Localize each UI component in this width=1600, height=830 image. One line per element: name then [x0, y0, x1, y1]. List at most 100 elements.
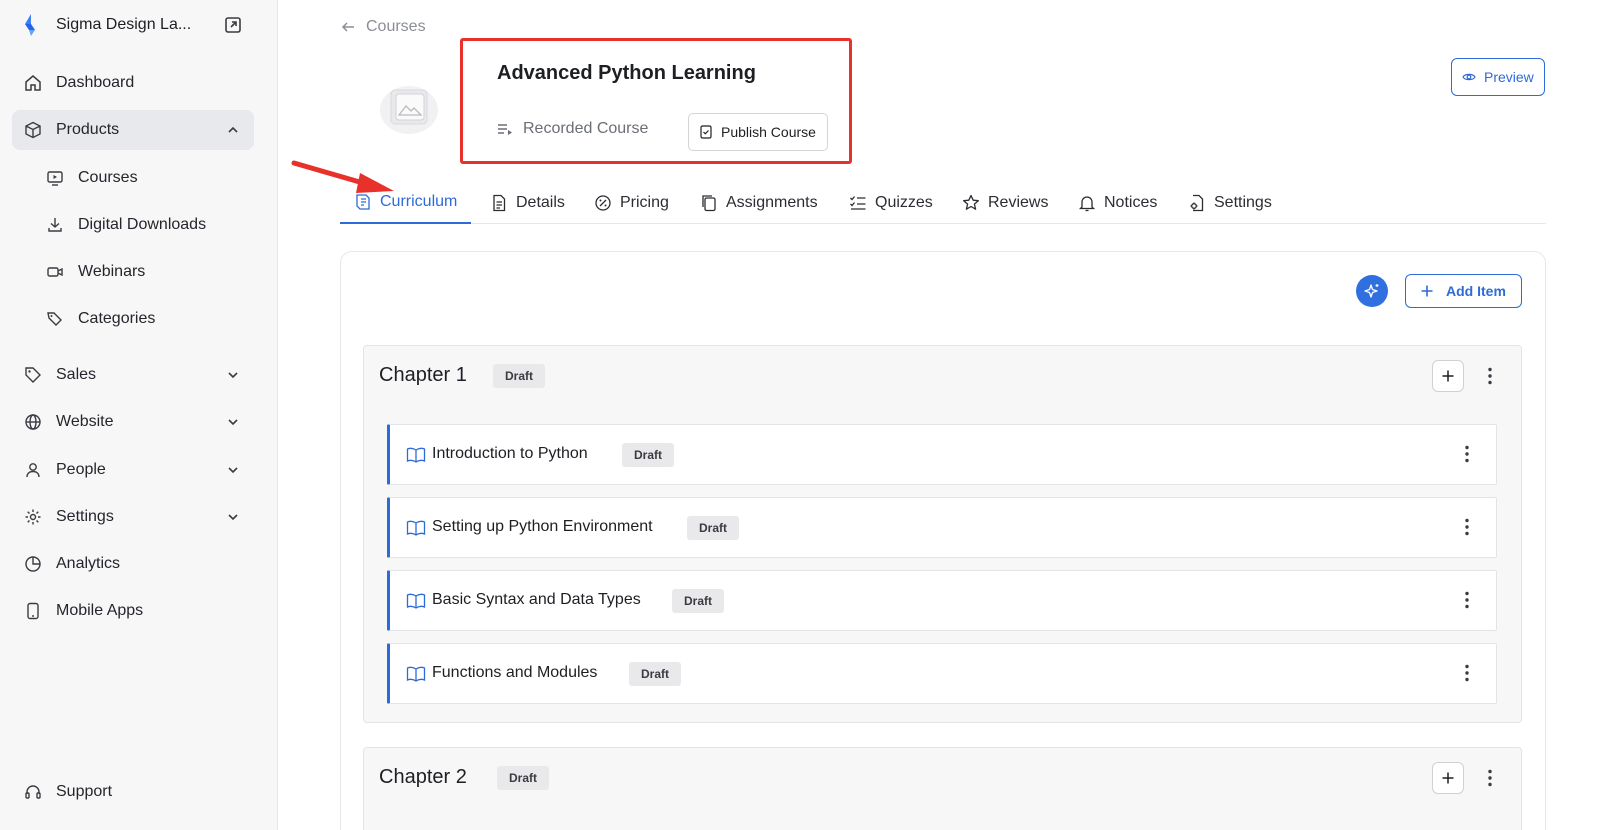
sidebar-subitem-categories[interactable]: Categories [36, 301, 254, 337]
tab-label: Assignments [726, 193, 818, 211]
sidebar-item-analytics[interactable]: Analytics [12, 544, 254, 584]
sidebar-subitem-webinars[interactable]: Webinars [36, 254, 254, 290]
user-icon [24, 461, 42, 479]
sidebar-item-label: Dashboard [56, 74, 135, 91]
lesson-title: Functions and Modules [432, 664, 598, 681]
file-text-icon [493, 194, 506, 211]
more-vertical-icon [1465, 664, 1469, 682]
chapter-menu-button[interactable] [1481, 364, 1499, 388]
sidebar-item-website[interactable]: Website [12, 402, 254, 442]
lesson-title: Introduction to Python [432, 445, 588, 462]
tab-curriculum[interactable]: Curriculum [340, 182, 472, 224]
lesson-row[interactable]: Functions and Modules Draft [387, 643, 1497, 704]
tab-pricing[interactable]: Pricing [594, 182, 669, 223]
back-label: Courses [366, 18, 426, 35]
sidebar-item-people[interactable]: People [12, 450, 254, 490]
tab-label: Pricing [620, 193, 669, 211]
tab-label: Details [516, 193, 565, 211]
bell-icon [1078, 195, 1096, 211]
add-item-label: Add Item [1446, 283, 1506, 299]
lesson-title: Basic Syntax and Data Types [432, 591, 641, 608]
status-badge: Draft [629, 662, 682, 686]
lesson-row[interactable]: Basic Syntax and Data Types Draft [387, 570, 1497, 631]
add-item-button[interactable]: Add Item [1405, 274, 1522, 308]
file-cog-icon [1190, 194, 1204, 211]
ai-assist-button[interactable] [1356, 275, 1388, 307]
tab-settings[interactable]: Settings [1188, 182, 1272, 223]
course-type-label: Recorded Course [523, 120, 649, 137]
sidebar: Sigma Design La... Dashboard Products Co… [0, 0, 278, 830]
sidebar-item-support[interactable]: Support [12, 772, 254, 812]
course-tabs: Curriculum Details Pricing Assignments Q… [340, 182, 1546, 224]
more-vertical-icon [1465, 591, 1469, 609]
course-type: Recorded Course [497, 120, 648, 138]
status-badge: Draft [672, 589, 725, 613]
workspace-name: Sigma Design La... [56, 16, 192, 33]
box-icon [24, 121, 42, 139]
status-badge: Draft [493, 364, 546, 388]
tab-label: Quizzes [875, 193, 933, 211]
chevron-down-icon [228, 514, 238, 521]
sidebar-item-label: Sales [56, 366, 97, 383]
status-badge: Draft [687, 516, 740, 540]
sidebar-item-dashboard[interactable]: Dashboard [12, 63, 254, 103]
chevron-down-icon [228, 419, 238, 426]
tab-quizzes[interactable]: Quizzes [849, 182, 933, 223]
course-thumbnail-placeholder-icon[interactable] [378, 80, 440, 136]
document-check-icon [700, 125, 712, 139]
sidebar-item-settings[interactable]: Settings [12, 497, 254, 537]
tab-label: Reviews [988, 193, 1049, 211]
star-icon [963, 194, 979, 210]
sidebar-item-sales[interactable]: Sales [12, 355, 254, 395]
tags-icon [46, 310, 64, 328]
badge-percent-icon [595, 194, 611, 211]
more-vertical-icon [1488, 769, 1492, 787]
playlist-icon [498, 124, 512, 135]
lesson-menu-button[interactable] [1458, 442, 1476, 466]
preview-button[interactable]: Preview [1451, 58, 1545, 96]
lesson-menu-button[interactable] [1458, 661, 1476, 685]
download-icon [46, 216, 64, 234]
eye-icon [1462, 73, 1476, 81]
plus-icon [1442, 772, 1454, 784]
tab-details[interactable]: Details [490, 182, 565, 223]
lesson-row[interactable]: Setting up Python Environment Draft [387, 497, 1497, 558]
chevron-up-icon [228, 126, 238, 133]
sidebar-item-label: Support [56, 783, 113, 800]
tab-assignments[interactable]: Assignments [700, 182, 818, 223]
lesson-menu-button[interactable] [1458, 515, 1476, 539]
video-icon [46, 263, 64, 281]
tab-notices[interactable]: Notices [1078, 182, 1157, 223]
tab-label: Curriculum [380, 193, 458, 210]
sparkles-icon [1364, 284, 1379, 298]
chapter-menu-button[interactable] [1481, 766, 1499, 790]
sidebar-item-label: Website [56, 413, 114, 430]
chevron-down-icon [228, 372, 238, 379]
workspace-switcher[interactable]: Sigma Design La... [20, 12, 250, 38]
sidebar-item-label: Products [56, 121, 120, 138]
add-lesson-button[interactable] [1432, 360, 1464, 392]
lesson-row[interactable]: Introduction to Python Draft [387, 424, 1497, 485]
more-vertical-icon [1488, 367, 1492, 385]
book-open-icon [406, 520, 426, 536]
sidebar-subitem-label: Digital Downloads [78, 216, 207, 233]
plus-icon [1442, 370, 1454, 382]
tab-reviews[interactable]: Reviews [962, 182, 1048, 223]
back-to-courses-link[interactable]: Courses [340, 18, 426, 36]
sidebar-item-label: People [56, 461, 106, 478]
external-link-icon[interactable] [224, 16, 242, 34]
sidebar-item-products[interactable]: Products [12, 110, 254, 150]
sidebar-item-label: Analytics [56, 555, 121, 572]
tab-label: Settings [1214, 193, 1272, 211]
sidebar-subitem-label: Webinars [78, 263, 146, 280]
book-open-icon [406, 593, 426, 609]
sidebar-item-mobile-apps[interactable]: Mobile Apps [12, 591, 254, 631]
sidebar-subitem-digital-downloads[interactable]: Digital Downloads [36, 207, 254, 243]
lesson-menu-button[interactable] [1458, 588, 1476, 612]
more-vertical-icon [1465, 518, 1469, 536]
publish-course-label: Publish Course [721, 124, 816, 140]
publish-course-button[interactable]: Publish Course [688, 113, 828, 151]
sidebar-subitem-courses[interactable]: Courses [36, 160, 254, 196]
add-lesson-button[interactable] [1432, 762, 1464, 794]
globe-icon [24, 413, 42, 431]
